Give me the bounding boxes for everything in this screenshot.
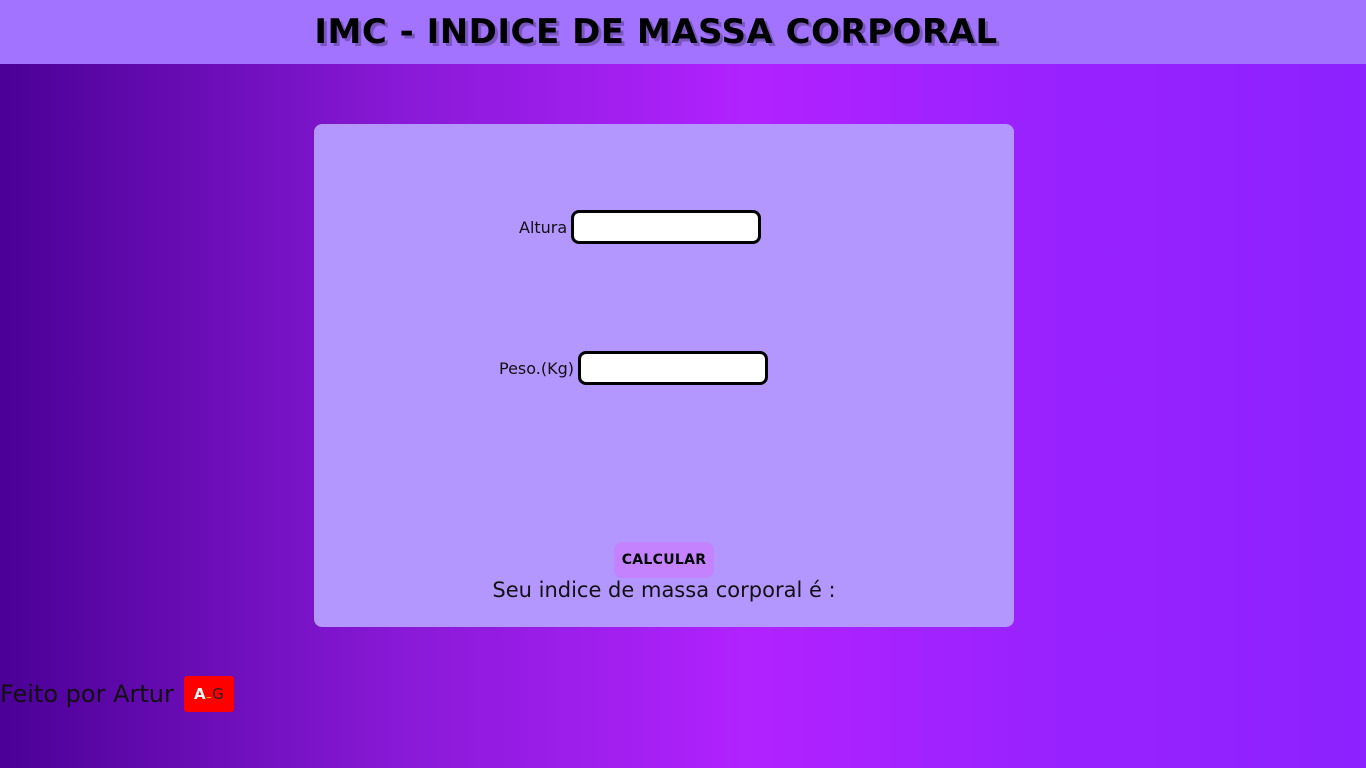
author-logo: A _ G: [183, 676, 234, 712]
imc-form-card: Altura Peso.(Kg) CALCULAR Seu indice de …: [314, 124, 1014, 627]
height-label: Altura: [519, 217, 568, 237]
height-input[interactable]: [571, 210, 762, 244]
weight-label: Peso.(Kg): [499, 358, 574, 378]
height-field-group: Altura: [519, 210, 762, 244]
calculate-button[interactable]: CALCULAR: [614, 542, 714, 578]
result-text: Seu indice de massa corporal é :: [492, 578, 836, 602]
weight-field-group: Peso.(Kg): [499, 351, 768, 385]
footer: Feito por Artur A _ G: [0, 676, 234, 712]
top-bar: IMC - INDICE DE MASSA CORPORAL: [0, 0, 1366, 64]
weight-input[interactable]: [577, 351, 768, 385]
page-title: IMC - INDICE DE MASSA CORPORAL: [314, 12, 998, 52]
footer-credit: Feito por Artur: [0, 680, 174, 708]
